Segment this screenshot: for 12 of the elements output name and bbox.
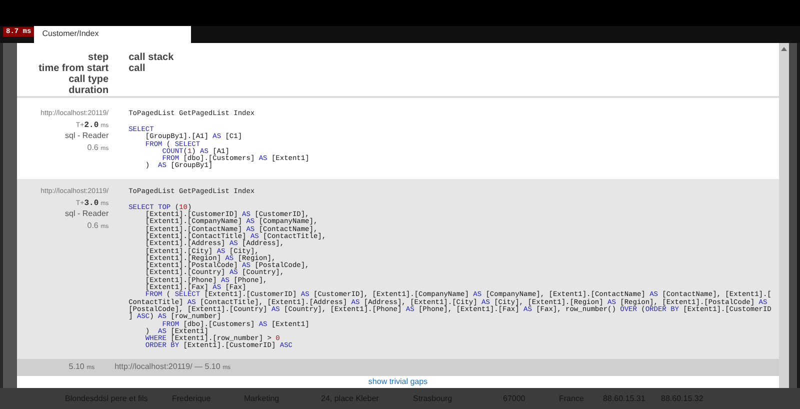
column-heading: step: [88, 52, 109, 63]
column-heading: call stack: [128, 52, 174, 63]
column-heading: call: [128, 63, 146, 74]
column-heading: time from start: [38, 63, 109, 74]
page-tab[interactable]: Customer/Index: [34, 26, 192, 43]
scroll-up-icon[interactable]: [781, 47, 788, 51]
column-heading: call type: [68, 74, 109, 85]
column-heading: duration: [68, 85, 109, 96]
show-trivial-gaps-link[interactable]: show trivial gaps: [368, 376, 428, 388]
call-type: sql - Reader: [65, 208, 109, 219]
call-type: sql - Reader: [65, 131, 109, 141]
scrollbar[interactable]: [779, 43, 789, 388]
